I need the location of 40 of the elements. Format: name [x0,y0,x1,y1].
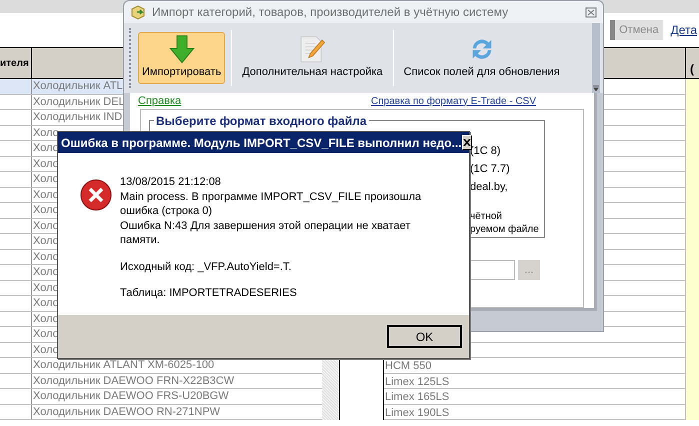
details-link[interactable]: Дета [670,21,697,39]
error-icon [80,179,112,211]
error-message: 13/08/2015 21:12:08 Main process. В программе IMPORT_CSV_FILE произошла ошибка (строка 0) Ошибка N:43 Для завершения этой операции не хватает памяти. [120,175,422,248]
toolbar-button[interactable]: Список полей для обновления [400,32,564,84]
toolbar-button[interactable]: Дополнительная настройка [238,32,387,84]
close-button[interactable] [462,135,472,150]
dialog-title: Ошибка в программе. Модуль IMPORT_CSV_FILE выполнил недо... [61,134,462,152]
table-cell: Холодильник DAEWOO FRS-U20BGW [32,389,229,404]
option-text: (1С 7.7) [470,162,511,177]
table-row[interactable]: Холодильник DAEWOO FRS-U20BGW [0,389,322,404]
column-header: ителя [0,56,29,70]
close-icon[interactable] [585,6,597,18]
table-cell: Limex 125LS [384,376,450,388]
table-cell: Холодильник DAEWOO RN-271NPW [32,404,220,419]
table-cell: Холодильник IND [32,110,122,124]
overflow-chevron-icon[interactable] [593,85,599,91]
column-header: ( [690,62,694,76]
help-link[interactable]: Справка [138,92,182,110]
option-text: руемом файле [470,223,540,235]
table-cell: Холодильник DEL [32,94,125,109]
close-icon [462,139,471,146]
error-message: Таблица: IMPORTETRADESERIES [120,286,298,300]
format-help-link[interactable]: Справка по формату E-Trade - CSV [371,94,536,108]
down-arrow-icon [166,35,197,64]
table-row[interactable]: Холодильник DAEWOO RN-271NPW [0,404,322,420]
table-cell: HCM 550 [384,360,432,372]
option-text: deal.by, [470,180,509,195]
table-cell: Холодильник ATL [32,79,123,94]
table-cell: Холодильник ATLANT XM-6025-100 [32,358,214,372]
table-row[interactable]: Холодильник DAEWOO FRN-X22B3CW [0,374,322,389]
ok-button[interactable]: OK [387,325,462,348]
box-icon [130,4,146,20]
window-title: Импорт категорий, товаров, производителей в учётную систему [152,4,510,21]
table-cell: Limex 190LS [384,406,450,418]
error-message: Исходный код: _VFP.AutoYield=.T. [120,260,292,274]
browse-button[interactable]: ... [518,260,540,280]
table-cell: Холодильник DAEWOO FRN-X22B3CW [32,374,234,388]
toolbar-button[interactable]: Импортировать [138,32,226,84]
table-cell: Limex 165LS [384,391,450,403]
option-text: чётной [470,210,504,222]
